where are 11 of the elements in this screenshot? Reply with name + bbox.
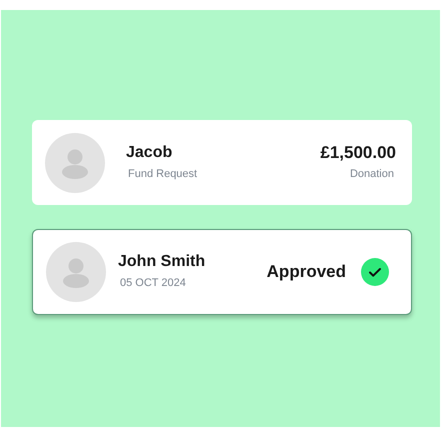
transaction-card[interactable]: John Smith 05 OCT 2024 Approved [32,229,412,315]
card-subtitle: Fund Request [128,166,198,182]
amount-text: £1,500.00 [320,142,396,163]
avatar-icon [46,242,106,302]
card-subtitle: 05 OCT 2024 [120,276,187,292]
amount-label: Donation [350,166,394,182]
status-text: Approved [266,261,346,284]
transaction-card[interactable]: Jacob Fund Request £1,500.00 Donation [32,120,412,205]
person-name: Jacob [126,142,174,163]
avatar-icon [45,132,105,192]
person-name: John Smith [118,252,206,272]
